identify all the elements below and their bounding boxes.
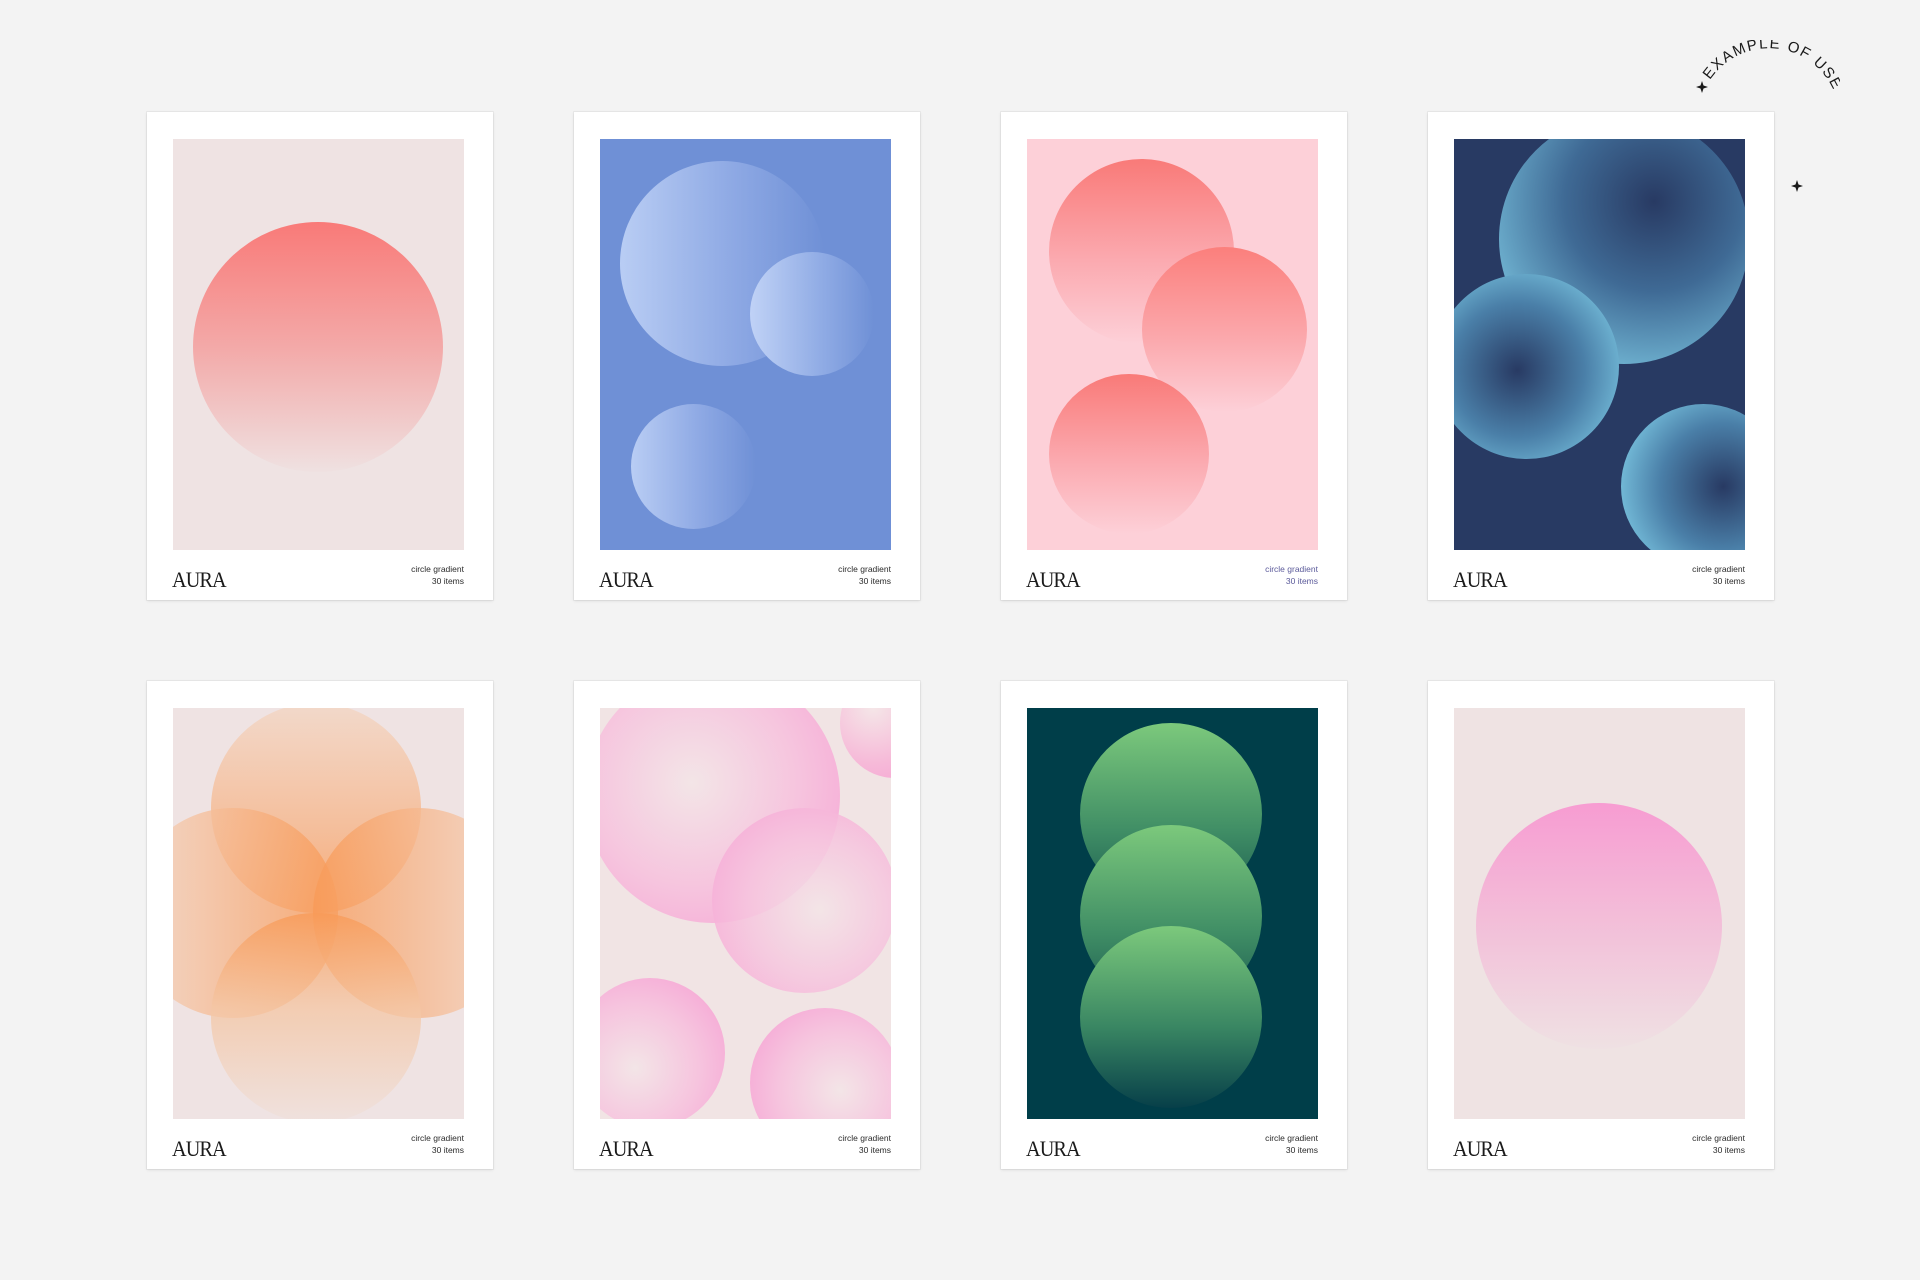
- gradient-circle: [631, 404, 756, 529]
- poster-count: 30 items: [858, 576, 891, 586]
- brand-logo: AURA: [1026, 567, 1081, 592]
- poster-artwork: [600, 708, 891, 1119]
- poster-subtitle: circle gradient: [838, 1133, 891, 1143]
- poster-count: 30 items: [1712, 1145, 1745, 1155]
- poster-meta: circle gradient 30 items: [411, 563, 464, 587]
- poster-meta: circle gradient 30 items: [1692, 1132, 1745, 1156]
- sparkle-icon: [1791, 180, 1803, 192]
- gradient-circle: [193, 222, 443, 472]
- gradient-circle: [600, 978, 725, 1119]
- poster-artwork: [1454, 139, 1745, 550]
- poster-count: 30 items: [431, 1145, 464, 1155]
- gradient-circle: [750, 1008, 891, 1119]
- poster-coral-sun[interactable]: AURA circle gradient 30 items: [147, 112, 493, 600]
- poster-subtitle: circle gradient: [1265, 1133, 1318, 1143]
- poster-artwork: [173, 708, 464, 1119]
- poster-teal-green-stack[interactable]: AURA circle gradient 30 items: [1001, 681, 1347, 1169]
- badge-text: EXAMPLE OF USE: [1700, 40, 1840, 93]
- poster-subtitle: circle gradient: [1692, 564, 1745, 574]
- gradient-circle: [712, 808, 891, 993]
- poster-meta: circle gradient 30 items: [1692, 563, 1745, 587]
- poster-subtitle: circle gradient: [411, 1133, 464, 1143]
- poster-artwork: [173, 139, 464, 550]
- sparkle-icon: [1696, 81, 1708, 93]
- brand-logo: AURA: [599, 567, 654, 592]
- poster-meta: circle gradient 30 items: [838, 1132, 891, 1156]
- poster-pink-trio[interactable]: AURA circle gradient 30 items: [1001, 112, 1347, 600]
- poster-count: 30 items: [1285, 576, 1318, 586]
- poster-meta: circle gradient 30 items: [838, 563, 891, 587]
- poster-count: 30 items: [431, 576, 464, 586]
- poster-subtitle: circle gradient: [838, 564, 891, 574]
- poster-artwork: [1027, 708, 1318, 1119]
- poster-subtitle: circle gradient: [1692, 1133, 1745, 1143]
- poster-pink-sun[interactable]: AURA circle gradient 30 items: [1428, 681, 1774, 1169]
- poster-count: 30 items: [1285, 1145, 1318, 1155]
- brand-logo: AURA: [172, 567, 227, 592]
- poster-orange-petals[interactable]: AURA circle gradient 30 items: [147, 681, 493, 1169]
- gradient-circle: [211, 913, 421, 1119]
- brand-logo: AURA: [172, 1136, 227, 1161]
- gradient-circle: [1476, 803, 1722, 1049]
- poster-count: 30 items: [858, 1145, 891, 1155]
- poster-meta: circle gradient 30 items: [1265, 1132, 1318, 1156]
- poster-meta: circle gradient 30 items: [1265, 563, 1318, 587]
- poster-subtitle: circle gradient: [411, 564, 464, 574]
- brand-logo: AURA: [599, 1136, 654, 1161]
- brand-logo: AURA: [1453, 1136, 1508, 1161]
- gradient-circle: [750, 252, 874, 376]
- poster-periwinkle-bubbles[interactable]: AURA circle gradient 30 items: [574, 112, 920, 600]
- gradient-circle: [1621, 404, 1745, 550]
- poster-subtitle: circle gradient: [1265, 564, 1318, 574]
- brand-logo: AURA: [1453, 567, 1508, 592]
- brand-logo: AURA: [1026, 1136, 1081, 1161]
- poster-meta: circle gradient 30 items: [411, 1132, 464, 1156]
- poster-artwork: [1454, 708, 1745, 1119]
- gradient-circle: [1080, 926, 1262, 1108]
- poster-artwork: [600, 139, 891, 550]
- poster-navy-cyan-orbs[interactable]: AURA circle gradient 30 items: [1428, 112, 1774, 600]
- poster-artwork: [1027, 139, 1318, 550]
- poster-count: 30 items: [1712, 576, 1745, 586]
- gradient-circle: [840, 708, 891, 778]
- gradient-circle: [1049, 374, 1209, 534]
- poster-pink-bubbles[interactable]: AURA circle gradient 30 items: [574, 681, 920, 1169]
